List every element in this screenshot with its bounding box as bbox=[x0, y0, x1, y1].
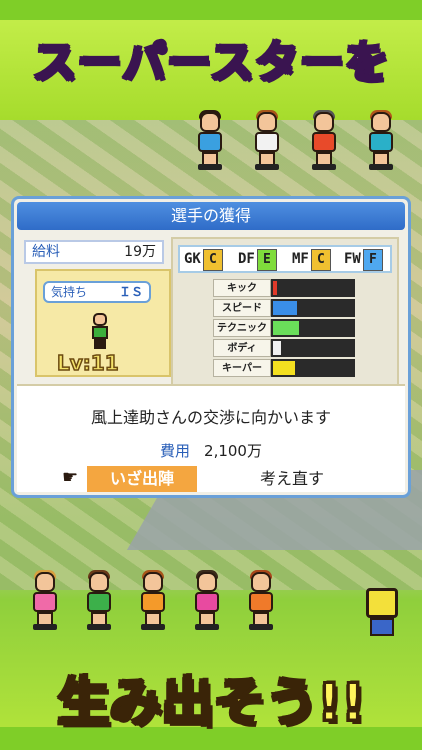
headline: スーパースターを bbox=[31, 36, 390, 90]
grade-badge: C bbox=[310, 249, 331, 271]
stat-speed: スピード bbox=[213, 299, 355, 317]
player-portrait: 気持ち ＩＳ Lv:11 bbox=[35, 269, 171, 377]
grade-badge: E bbox=[256, 249, 277, 271]
grade-badge: C bbox=[202, 249, 223, 271]
stat-bar bbox=[273, 301, 297, 315]
player-sprite bbox=[364, 110, 398, 170]
ability-box: GK C DF E MF C FW F キック スピード テクニック ボディ キーパー bbox=[171, 237, 399, 387]
player-sprite bbox=[82, 570, 116, 630]
position-gk: GK C bbox=[184, 249, 223, 271]
stat-technique: テクニック bbox=[213, 319, 355, 337]
position-fw: FW F bbox=[344, 249, 383, 271]
cost-row: 費用 2,100万 bbox=[17, 440, 405, 461]
player-sprite bbox=[250, 110, 284, 170]
salary-value: 19万 bbox=[124, 244, 156, 260]
pointing-hand-icon: ☛ bbox=[62, 467, 79, 488]
mood-label: 気持ち bbox=[51, 285, 88, 299]
player-sprite bbox=[89, 313, 111, 349]
player-sprite bbox=[28, 570, 62, 630]
recruit-dialog: 選手の獲得 給料 19万 気持ち ＩＳ Lv:11 GK C DF E MF C FW… bbox=[11, 196, 411, 498]
mood-box: 気持ち ＩＳ bbox=[43, 281, 151, 303]
player-sprite bbox=[193, 110, 227, 170]
tv-mascot bbox=[364, 588, 400, 640]
player-sprite bbox=[244, 570, 278, 630]
player-sprite bbox=[190, 570, 224, 630]
stat-bar bbox=[273, 341, 281, 355]
cost-label: 費用 bbox=[160, 442, 191, 460]
dialog-title: 選手の獲得 bbox=[17, 202, 405, 230]
salary-row: 給料 19万 bbox=[24, 240, 164, 264]
message-box: 風上達助さんの交渉に向かいます 費用 2,100万 ☛ いざ出陣 考え直す bbox=[17, 384, 405, 492]
player-level: Lv:11 bbox=[56, 350, 119, 376]
position-mf: MF C bbox=[292, 249, 331, 271]
player-sprite bbox=[136, 570, 170, 630]
reconsider-button[interactable]: 考え直す bbox=[247, 466, 337, 492]
stat-kick: キック bbox=[213, 279, 355, 297]
tagline: 生み出そう!! bbox=[56, 672, 366, 735]
cost-value: 2,100万 bbox=[204, 442, 262, 460]
stat-body: ボディ bbox=[213, 339, 355, 357]
mood-value: ＩＳ bbox=[118, 285, 143, 299]
go-button[interactable]: いざ出陣 bbox=[87, 466, 197, 492]
stat-keeper: キーパー bbox=[213, 359, 355, 377]
salary-label: 給料 bbox=[32, 244, 60, 260]
player-sprite bbox=[307, 110, 341, 170]
stat-bar bbox=[273, 281, 277, 295]
top-stripe bbox=[0, 0, 422, 20]
negotiation-message: 風上達助さんの交渉に向かいます bbox=[90, 408, 331, 427]
grade-badge: F bbox=[362, 249, 383, 271]
position-df: DF E bbox=[238, 249, 277, 271]
stat-bar bbox=[273, 361, 295, 375]
stat-bar bbox=[273, 321, 299, 335]
position-grades: GK C DF E MF C FW F bbox=[178, 245, 392, 273]
